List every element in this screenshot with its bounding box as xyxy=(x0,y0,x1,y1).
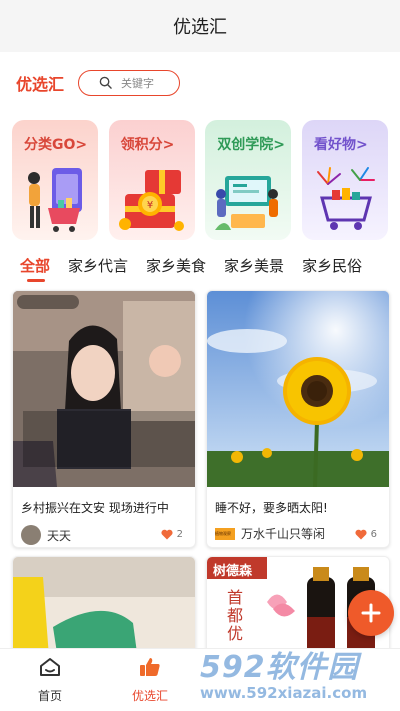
like-count[interactable]: 2 xyxy=(161,529,183,540)
nav-label: 首页 xyxy=(37,689,62,703)
tab-hometown-scenery[interactable]: 家乡美景 xyxy=(224,255,284,276)
post-card[interactable]: 乡村振兴在文安 现场进行中 天天 2 xyxy=(12,290,196,548)
thumbs-up-icon xyxy=(140,658,160,676)
add-post-button[interactable] xyxy=(348,590,394,636)
nav-item-youxuanhui[interactable]: 优选汇 xyxy=(110,655,190,704)
image-brand-text: 树德森 xyxy=(213,564,253,579)
tab-hometown-folklore[interactable]: 家乡民俗 xyxy=(302,255,362,276)
post-image xyxy=(13,291,195,487)
tab-all[interactable]: 全部 xyxy=(20,255,50,282)
category-tabs: 全部 家乡代言 家乡美食 家乡美景 家乡民俗 xyxy=(0,248,400,282)
post-image xyxy=(207,291,389,487)
search-placeholder: 关键字 xyxy=(121,77,155,90)
brand-label: 优选汇 xyxy=(16,75,65,94)
bottom-nav: 首页 优选汇 xyxy=(0,648,400,711)
gift-coins-icon: ¥ xyxy=(118,170,184,231)
category-cards: 分类GO> 领积分> ¥ 双创学院> 看好物> xyxy=(12,120,388,240)
post-card[interactable]: 睡不好，要多晒太阳! 植物观察 万水千山只等闲 6 xyxy=(206,290,390,548)
category-card-goods[interactable]: 看好物> xyxy=(301,120,388,240)
post-author[interactable]: 天天 xyxy=(21,525,71,545)
top-bar: 优选汇 xyxy=(0,0,400,52)
heart-icon xyxy=(355,529,367,540)
like-count[interactable]: 6 xyxy=(355,529,377,540)
heart-icon xyxy=(161,529,173,540)
category-card-points[interactable]: 领积分> ¥ xyxy=(108,120,195,240)
author-badge: 植物观察 xyxy=(215,527,235,540)
image-caption-text: 首都优 xyxy=(224,589,243,643)
home-icon xyxy=(40,658,60,676)
author-name: 天天 xyxy=(47,528,72,543)
category-card-classify[interactable]: 分类GO> xyxy=(12,120,98,240)
tab-hometown-food[interactable]: 家乡美食 xyxy=(146,255,206,276)
nav-label: 优选汇 xyxy=(131,689,168,703)
avatar xyxy=(21,525,41,545)
plus-icon xyxy=(361,603,381,623)
category-card-academy[interactable]: 双创学院> xyxy=(205,120,292,240)
author-name: 万水千山只等闲 xyxy=(241,527,326,541)
classroom-icon xyxy=(215,176,279,230)
like-number: 6 xyxy=(370,529,377,540)
category-label: 领积分> xyxy=(120,137,175,153)
shopping-cart-woman-icon xyxy=(28,168,82,232)
category-label: 看好物> xyxy=(313,137,368,153)
post-title: 乡村振兴在文安 现场进行中 xyxy=(21,501,169,515)
category-label: 双创学院> xyxy=(217,137,286,153)
page-title: 优选汇 xyxy=(173,17,227,38)
search-row: 优选汇 关键字 xyxy=(0,60,400,106)
category-label: 分类GO> xyxy=(24,137,88,153)
like-number: 2 xyxy=(176,529,183,540)
post-title: 睡不好，要多晒太阳! xyxy=(215,501,328,515)
search-icon xyxy=(99,76,112,89)
nav-item-home[interactable]: 首页 xyxy=(10,655,90,704)
tab-hometown-spokesperson[interactable]: 家乡代言 xyxy=(68,255,128,276)
post-author[interactable]: 植物观察 万水千山只等闲 xyxy=(215,525,325,542)
search-input[interactable]: 关键字 xyxy=(78,70,181,96)
fireworks-cart-icon xyxy=(316,167,375,230)
svg-text:¥: ¥ xyxy=(146,200,152,211)
